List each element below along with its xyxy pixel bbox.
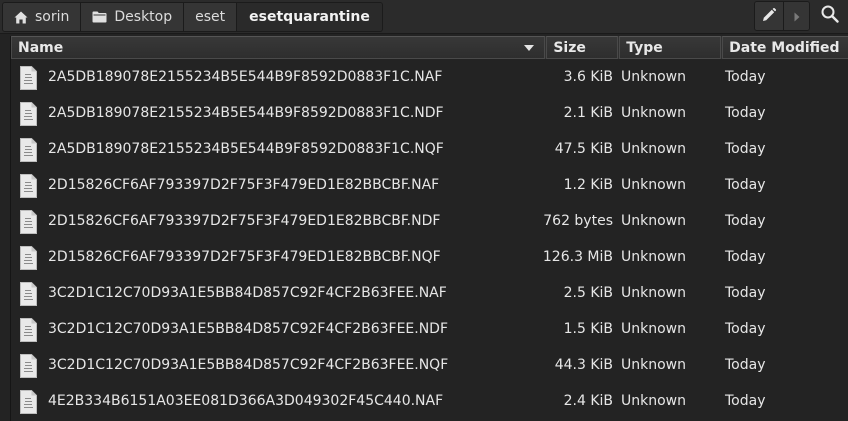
path-bar: sorin Desktop eset esetquarantine xyxy=(0,0,848,34)
breadcrumb: sorin Desktop eset esetquarantine xyxy=(2,2,383,32)
file-size: 2.4 KiB xyxy=(563,393,613,409)
column-header-type[interactable]: Type xyxy=(619,36,722,59)
file-size: 1.2 KiB xyxy=(563,177,613,193)
file-date-modified: Today xyxy=(725,357,766,373)
file-type: Unknown xyxy=(621,285,686,301)
breadcrumb-label: Desktop xyxy=(114,9,173,25)
breadcrumb-label: sorin xyxy=(35,9,70,25)
edit-path-icon xyxy=(762,7,777,26)
chevron-right-icon xyxy=(794,7,800,26)
text-file-icon xyxy=(20,318,37,342)
file-type: Unknown xyxy=(621,141,686,157)
file-name: 2A5DB189078E2155234B5E544B9F8592D0883F1C… xyxy=(48,141,444,157)
search-button[interactable] xyxy=(812,2,848,30)
path-tools xyxy=(754,1,848,31)
column-header-row: Name Size Type Date Modified xyxy=(11,36,848,59)
edit-path-button[interactable] xyxy=(755,2,783,30)
file-row[interactable]: 3C2D1C12C70D93A1E5BB84D857C92F4CF2B63FEE… xyxy=(11,277,848,313)
file-rows: 2A5DB189078E2155234B5E544B9F8592D0883F1C… xyxy=(11,61,848,421)
column-header-name[interactable]: Name xyxy=(11,36,546,59)
file-type: Unknown xyxy=(621,357,686,373)
file-name: 3C2D1C12C70D93A1E5BB84D857C92F4CF2B63FEE… xyxy=(48,285,447,301)
breadcrumb-label: eset xyxy=(195,9,226,25)
file-row[interactable]: 2D15826CF6AF793397D2F75F3F479ED1E82BBCBF… xyxy=(11,241,848,277)
file-row[interactable]: 2A5DB189078E2155234B5E544B9F8592D0883F1C… xyxy=(11,61,848,97)
text-file-icon xyxy=(20,174,37,198)
file-size: 126.3 MiB xyxy=(542,249,613,265)
file-list: Name Size Type Date Modified 2A5DB189078… xyxy=(10,36,848,421)
column-header-date-modified[interactable]: Date Modified xyxy=(722,36,848,59)
text-file-icon xyxy=(20,246,37,270)
file-name: 2A5DB189078E2155234B5E544B9F8592D0883F1C… xyxy=(48,69,443,85)
file-name: 3C2D1C12C70D93A1E5BB84D857C92F4CF2B63FEE… xyxy=(48,321,449,337)
file-date-modified: Today xyxy=(725,213,766,229)
breadcrumb-sorin[interactable]: sorin xyxy=(3,3,82,31)
file-size: 1.5 KiB xyxy=(563,321,613,337)
file-date-modified: Today xyxy=(725,249,766,265)
file-name: 2A5DB189078E2155234B5E544B9F8592D0883F1C… xyxy=(48,105,444,121)
breadcrumb-label: esetquarantine xyxy=(249,9,370,25)
text-file-icon xyxy=(20,138,37,162)
file-name: 3C2D1C12C70D93A1E5BB84D857C92F4CF2B63FEE… xyxy=(48,357,449,373)
column-header-label: Date Modified xyxy=(729,39,840,56)
file-type: Unknown xyxy=(621,393,686,409)
file-size: 44.3 KiB xyxy=(554,357,613,373)
path-tool-group xyxy=(754,1,810,31)
folder-icon xyxy=(92,11,107,23)
file-row[interactable]: 2D15826CF6AF793397D2F75F3F479ED1E82BBCBF… xyxy=(11,169,848,205)
file-type: Unknown xyxy=(621,69,686,85)
file-name: 2D15826CF6AF793397D2F75F3F479ED1E82BBCBF… xyxy=(48,213,441,229)
file-size: 47.5 KiB xyxy=(554,141,613,157)
file-name: 4E2B334B6151A03EE081D366A3D049302F45C440… xyxy=(48,393,444,409)
file-date-modified: Today xyxy=(725,321,766,337)
file-date-modified: Today xyxy=(725,393,766,409)
file-size: 2.1 KiB xyxy=(563,105,613,121)
file-row[interactable]: 2A5DB189078E2155234B5E544B9F8592D0883F1C… xyxy=(11,97,848,133)
file-row[interactable]: 2D15826CF6AF793397D2F75F3F479ED1E82BBCBF… xyxy=(11,205,848,241)
text-file-icon xyxy=(20,210,37,234)
file-manager-window: sorin Desktop eset esetquarantine Name S… xyxy=(0,0,848,421)
sort-arrow-icon xyxy=(524,45,535,51)
file-row[interactable]: 2A5DB189078E2155234B5E544B9F8592D0883F1C… xyxy=(11,133,848,169)
file-name: 2D15826CF6AF793397D2F75F3F479ED1E82BBCBF… xyxy=(48,249,441,265)
file-size: 3.6 KiB xyxy=(563,69,613,85)
text-file-icon xyxy=(20,354,37,378)
text-file-icon xyxy=(20,102,37,126)
file-date-modified: Today xyxy=(725,141,766,157)
file-date-modified: Today xyxy=(725,177,766,193)
text-file-icon xyxy=(20,282,37,306)
breadcrumb-esetquarantine[interactable]: esetquarantine xyxy=(237,3,382,31)
column-header-label: Type xyxy=(626,39,663,56)
text-file-icon xyxy=(20,66,37,90)
column-header-label: Size xyxy=(553,39,586,56)
file-name: 2D15826CF6AF793397D2F75F3F479ED1E82BBCBF… xyxy=(48,177,440,193)
file-date-modified: Today xyxy=(725,285,766,301)
next-path-button[interactable] xyxy=(783,2,809,30)
file-size: 2.5 KiB xyxy=(563,285,613,301)
file-type: Unknown xyxy=(621,105,686,121)
file-date-modified: Today xyxy=(725,105,766,121)
file-type: Unknown xyxy=(621,321,686,337)
file-size: 762 bytes xyxy=(543,213,613,229)
breadcrumb-desktop[interactable]: Desktop xyxy=(81,3,185,31)
file-type: Unknown xyxy=(621,249,686,265)
file-row[interactable]: 3C2D1C12C70D93A1E5BB84D857C92F4CF2B63FEE… xyxy=(11,313,848,349)
home-icon xyxy=(14,11,28,24)
file-type: Unknown xyxy=(621,177,686,193)
file-row[interactable]: 3C2D1C12C70D93A1E5BB84D857C92F4CF2B63FEE… xyxy=(11,349,848,385)
column-header-label: Name xyxy=(18,39,64,56)
file-date-modified: Today xyxy=(725,69,766,85)
text-file-icon xyxy=(20,390,37,414)
breadcrumb-eset[interactable]: eset xyxy=(184,3,238,31)
column-header-size[interactable]: Size xyxy=(546,36,619,59)
search-icon xyxy=(821,5,839,27)
file-row[interactable]: 4E2B334B6151A03EE081D366A3D049302F45C440… xyxy=(11,385,848,421)
file-type: Unknown xyxy=(621,213,686,229)
